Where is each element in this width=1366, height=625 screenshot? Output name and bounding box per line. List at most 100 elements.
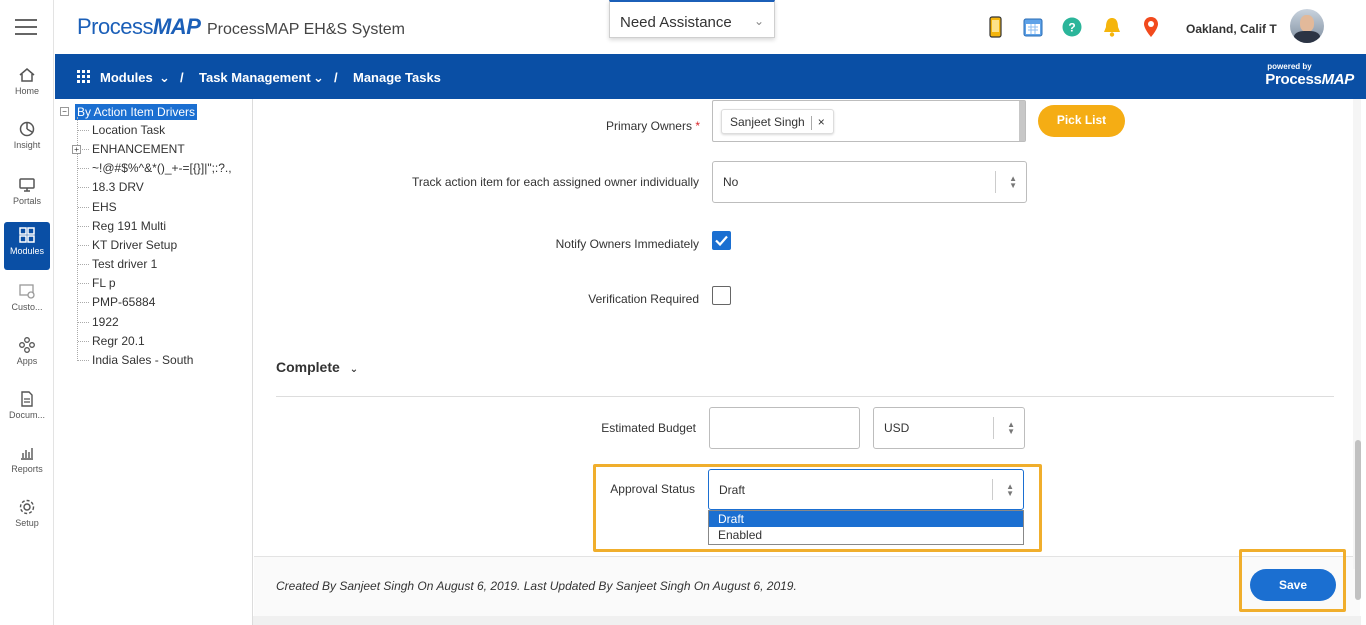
powered-by-logo: powered by ProcessMAP [1265, 62, 1354, 89]
avatar[interactable] [1290, 9, 1324, 43]
tree-item[interactable]: 1922 [78, 315, 119, 329]
notify-owners-checkbox[interactable] [712, 231, 731, 250]
breadcrumb-separator: / [334, 70, 338, 85]
pick-list-button[interactable]: Pick List [1038, 105, 1125, 137]
chevron-down-icon[interactable]: ⌄ [313, 70, 324, 86]
need-assistance-label: Need Assistance [620, 14, 732, 31]
home-icon [19, 68, 35, 82]
tree-root-item[interactable]: By Action Item Drivers [75, 104, 198, 120]
required-mark: * [695, 119, 700, 133]
rail-label-documents: Docum... [8, 410, 45, 420]
primary-owners-field[interactable]: Sanjeet Singh × [712, 100, 1026, 142]
mobile-icon[interactable] [985, 16, 1005, 38]
chevron-down-icon[interactable]: ⌄ [159, 70, 170, 86]
save-highlight-box [1239, 549, 1346, 612]
powered-by-label: powered by [1267, 62, 1312, 71]
logo-part-1: Process [77, 14, 153, 39]
section-complete-title: Complete [276, 359, 340, 375]
approval-status-label: Approval Status [610, 482, 695, 496]
document-icon [21, 391, 33, 407]
tree-item[interactable]: FL p [78, 276, 116, 290]
rail-item-reports[interactable]: Reports [4, 440, 50, 488]
chip-remove-icon[interactable]: × [818, 115, 825, 129]
tree-item[interactable]: Location Task [77, 123, 165, 137]
tree-item[interactable]: India Sales - South [77, 353, 193, 367]
breadcrumb-modules[interactable]: Modules [100, 70, 153, 85]
tree-item[interactable]: Reg 191 Multi [77, 219, 166, 233]
select-arrows-icon: ▲ ▼ [1009, 174, 1017, 190]
apps-icon [19, 337, 35, 353]
tree-item[interactable]: PMP-65884 [77, 295, 155, 309]
owner-chip-label: Sanjeet Singh [730, 115, 805, 129]
rail-label-modules: Modules [9, 246, 45, 256]
page-scrollbar-thumb[interactable] [1355, 440, 1361, 600]
breadcrumb-task-management[interactable]: Task Management [199, 70, 311, 85]
chart-icon [19, 121, 35, 137]
rail-item-portals[interactable]: Portals [4, 172, 50, 220]
approval-option-enabled[interactable]: Enabled [709, 527, 1023, 543]
rail-item-customize[interactable]: Custo... [4, 278, 50, 326]
rail-item-documents[interactable]: Docum... [4, 386, 50, 434]
section-divider [276, 396, 1334, 397]
chevron-down-icon: ⌄ [349, 364, 359, 375]
hamburger-menu-icon[interactable] [15, 19, 37, 35]
rail-label-customize: Custo... [11, 302, 43, 312]
verification-required-checkbox[interactable] [712, 286, 731, 305]
rail-item-home[interactable]: Home [4, 62, 50, 110]
calendar-icon[interactable] [1023, 16, 1043, 38]
powered-logo-part-2: MAP [1321, 71, 1355, 88]
currency-value: USD [884, 421, 910, 435]
primary-owners-label: Primary Owners * [605, 119, 700, 133]
rail-item-apps[interactable]: Apps [4, 332, 50, 380]
estimated-budget-input[interactable] [709, 407, 860, 449]
verification-required-label: Verification Required [588, 292, 699, 306]
tree-item[interactable]: EHS [78, 200, 117, 214]
tree-item[interactable]: ENHANCEMENT [78, 142, 185, 156]
track-individually-select[interactable]: No ▲ ▼ [712, 161, 1027, 203]
estimated-budget-label: Estimated Budget [601, 421, 696, 435]
processmap-logo[interactable]: ProcessMAP [77, 14, 201, 40]
help-icon[interactable]: ? [1062, 16, 1082, 38]
currency-select[interactable]: USD ▲ ▼ [873, 407, 1025, 449]
rail-label-setup: Setup [15, 518, 39, 528]
rail-label-reports: Reports [11, 464, 43, 474]
approval-status-select[interactable]: Draft ▲ ▼ [708, 469, 1024, 510]
task-form: Primary Owners * Sanjeet Singh × Pick Lis… [254, 99, 1360, 625]
rail-label-apps: Apps [16, 356, 38, 366]
tree-collapse-icon[interactable]: − [60, 107, 69, 116]
breadcrumb-manage-tasks: Manage Tasks [353, 70, 441, 85]
svg-text:?: ? [1068, 21, 1075, 35]
app-title: ProcessMAP EH&S System [207, 21, 405, 38]
rail-item-modules[interactable]: Modules [4, 222, 50, 270]
rail-label-portals: Portals [12, 196, 41, 206]
approval-option-draft[interactable]: Draft [709, 511, 1023, 527]
app-root: Home Insight Portals Modules Custo... Ap… [0, 0, 1366, 625]
customize-icon [19, 284, 35, 299]
section-complete-toggle[interactable]: Complete ⌄ [276, 359, 358, 375]
tree-item[interactable]: Test driver 1 [77, 257, 157, 271]
track-individually-label: Track action item for each assigned owne… [411, 175, 699, 189]
user-name[interactable]: Oakland, Calif T [1186, 22, 1277, 36]
rail-item-setup[interactable]: Setup [4, 494, 50, 542]
rail-label-home: Home [14, 86, 39, 96]
approval-status-value: Draft [719, 482, 746, 497]
modules-grid-icon[interactable] [77, 70, 90, 83]
top-header: ProcessMAP ProcessMAP EH&S System Need A… [55, 0, 1366, 54]
chevron-down-icon: ⌄ [753, 14, 764, 28]
notify-owners-label: Notify Owners Immediately [555, 237, 699, 251]
form-footer: Created By Sanjeet Singh On August 6, 20… [254, 556, 1360, 625]
owners-scrollbar[interactable] [1019, 101, 1025, 141]
tree-item[interactable]: KT Driver Setup [77, 238, 177, 252]
bell-icon[interactable] [1102, 16, 1122, 38]
tree-item[interactable]: Regr 20.1 [78, 334, 145, 348]
tree-item[interactable]: 18.3 DRV [78, 180, 144, 194]
track-individually-value: No [723, 175, 739, 189]
powered-logo-part-1: Process [1265, 71, 1322, 88]
checkmark-icon [715, 235, 728, 247]
owner-chip: Sanjeet Singh × [721, 109, 834, 134]
tree-item[interactable]: ~!@#$%^&*()_+-=[{}]|";:?., [78, 161, 232, 175]
location-pin-icon[interactable] [1141, 16, 1161, 38]
left-rail: Home Insight Portals Modules Custo... Ap… [0, 0, 54, 625]
rail-item-insight[interactable]: Insight [4, 116, 50, 164]
need-assistance-dropdown[interactable]: Need Assistance ⌄ [609, 0, 775, 38]
